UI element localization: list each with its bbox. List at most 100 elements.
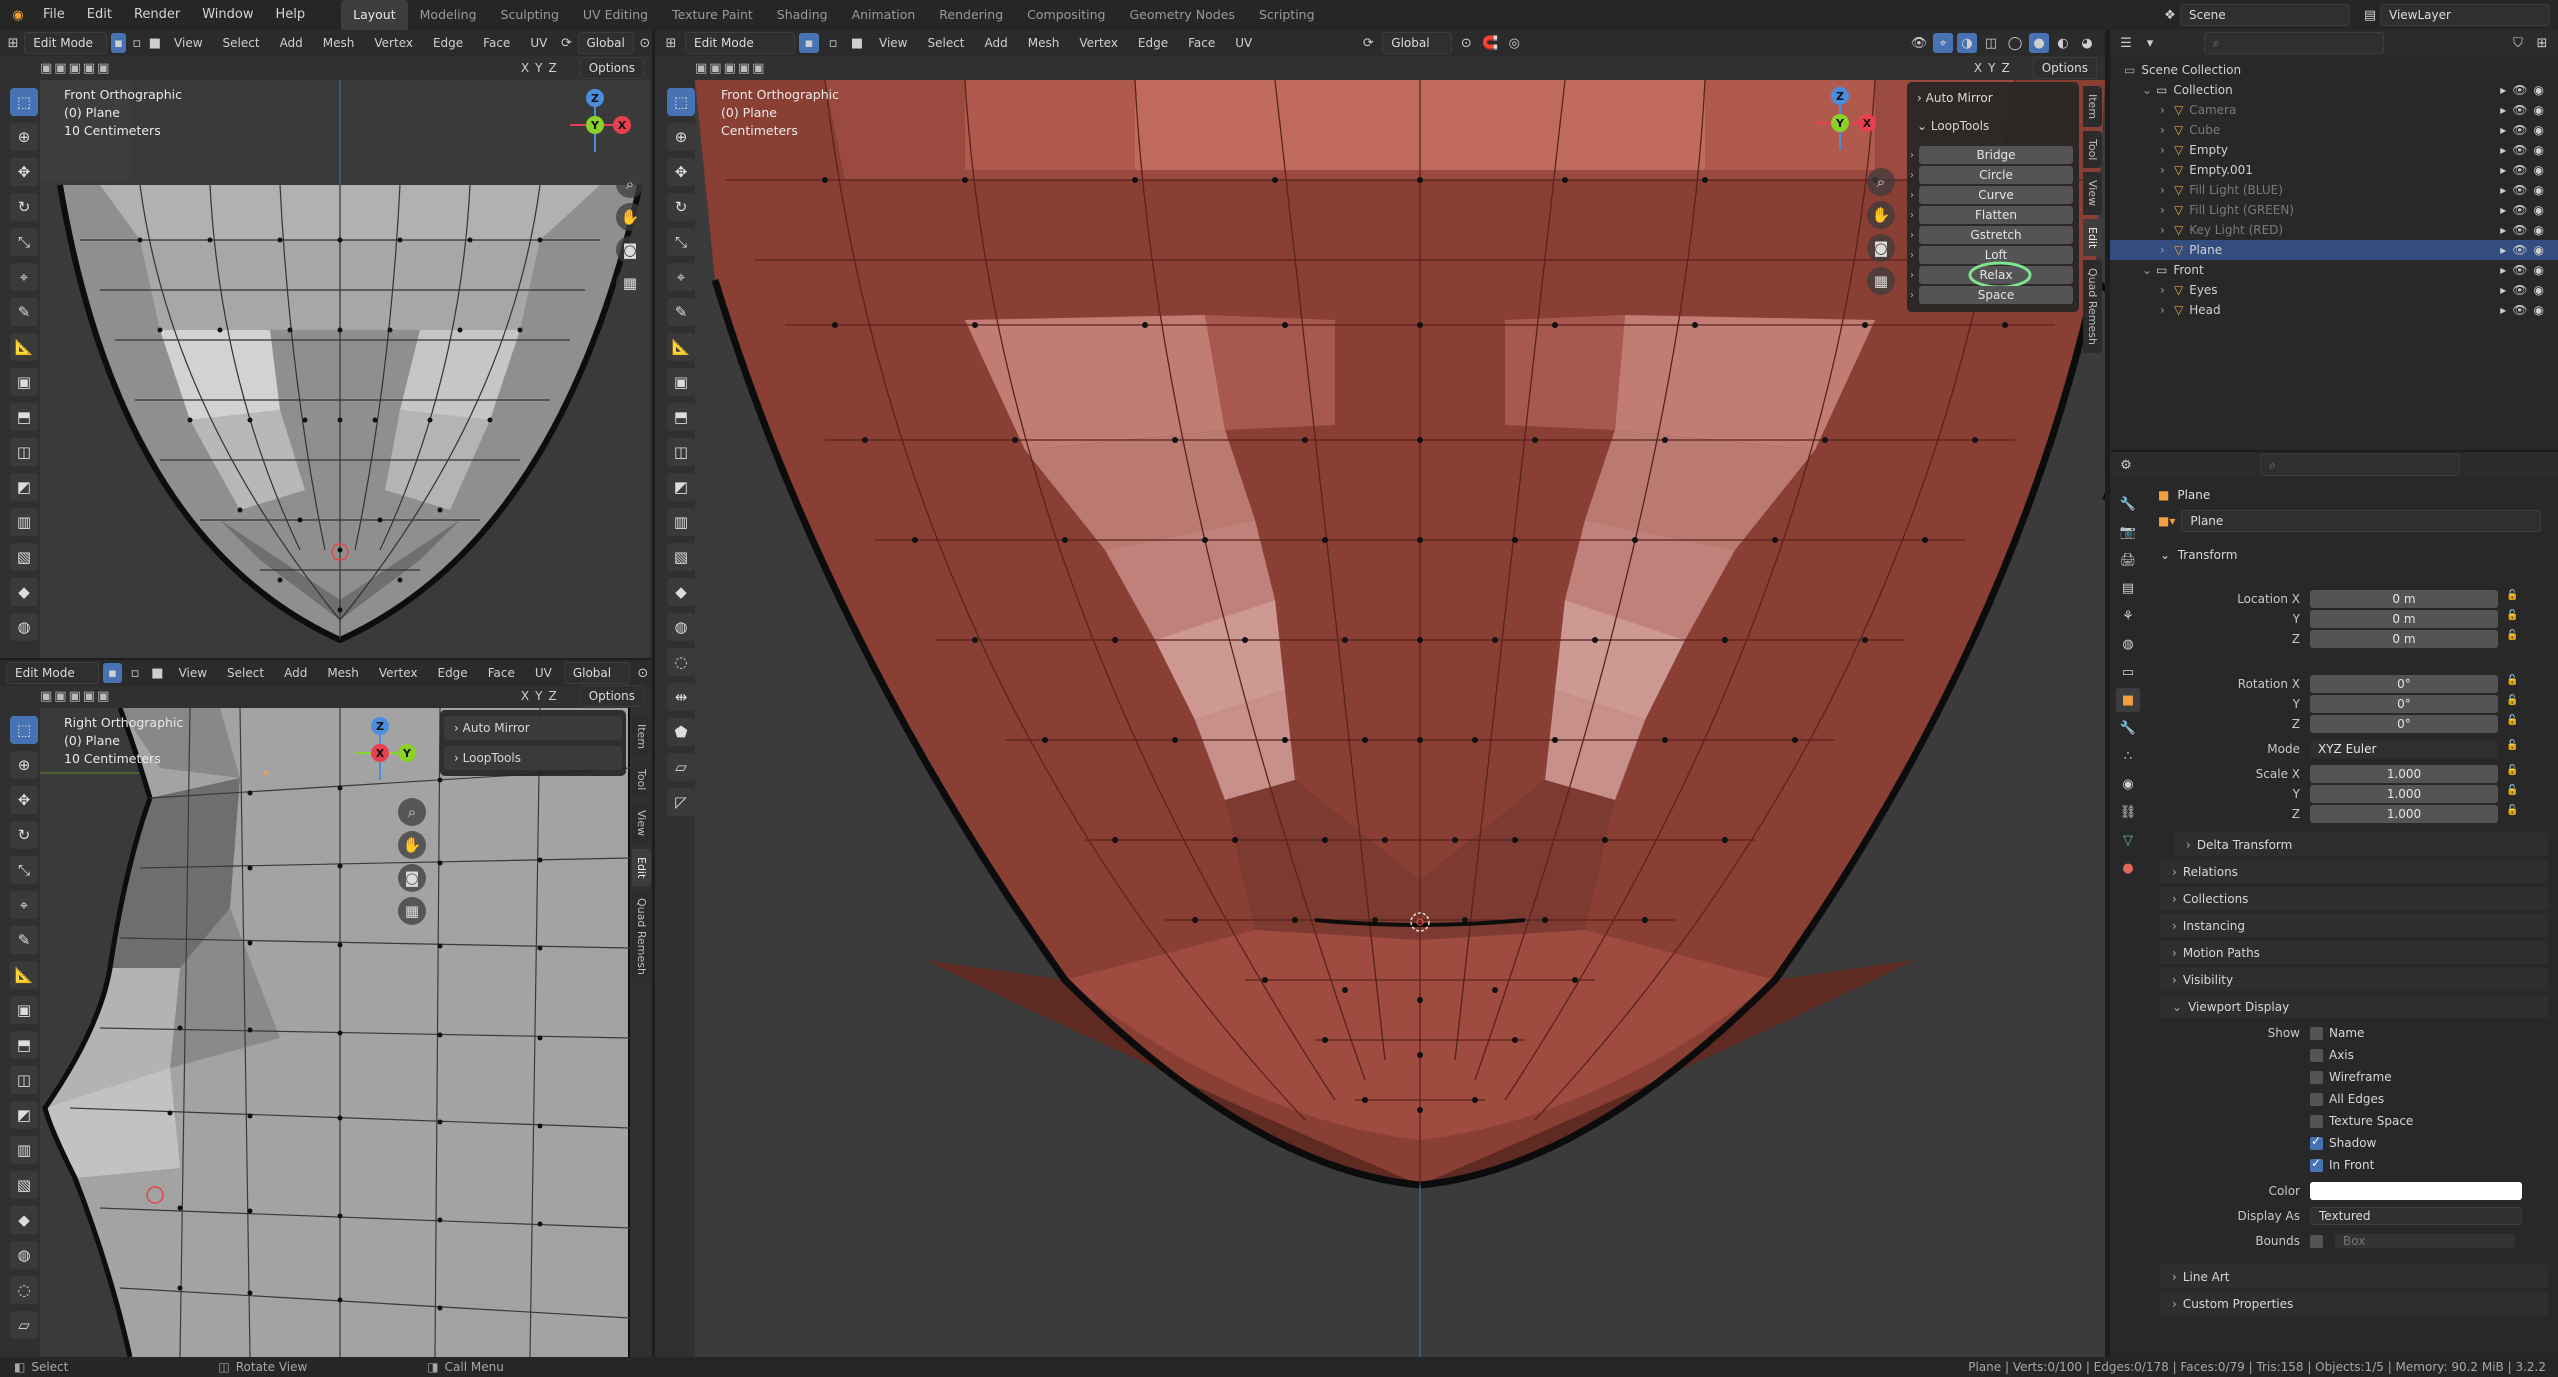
- outliner-row[interactable]: › ▽ Head ▸👁◉: [2110, 300, 2558, 320]
- transform-panel-header[interactable]: ⌄ Transform: [2148, 542, 2558, 566]
- expand-chevron-icon[interactable]: ›: [2160, 243, 2174, 257]
- checkbox-in-front[interactable]: In Front: [2310, 1156, 2374, 1174]
- add-cube-tool-icon[interactable]: ▣: [10, 368, 38, 396]
- extrude-tool-icon[interactable]: ⬒: [10, 403, 38, 431]
- zoom-icon[interactable]: ⌕: [1867, 168, 1895, 196]
- panel-collections[interactable]: › Collections: [2160, 886, 2548, 910]
- grid-icon[interactable]: ▦: [616, 269, 644, 297]
- workspace-tab-animation[interactable]: Animation: [840, 0, 928, 30]
- workspace-tab-scripting[interactable]: Scripting: [1247, 0, 1327, 30]
- checkbox-icon[interactable]: [2310, 1134, 2323, 1150]
- grid-icon[interactable]: ▦: [398, 897, 426, 925]
- workspace-tab-rendering[interactable]: Rendering: [927, 0, 1015, 30]
- orientation-selector[interactable]: Global: [563, 662, 630, 684]
- tab-edit[interactable]: Edit: [632, 848, 651, 886]
- pan-hand-icon[interactable]: ✋: [616, 203, 644, 231]
- menu-view[interactable]: View: [171, 662, 215, 684]
- gizmo-z-axis-icon[interactable]: Z: [1831, 87, 1849, 105]
- looptools-panel-header[interactable]: ⌄ LoopTools: [1907, 114, 2079, 138]
- menu-mesh[interactable]: Mesh: [315, 32, 363, 54]
- smooth-tool-icon[interactable]: ◌: [10, 1276, 38, 1304]
- menu-window[interactable]: Window: [191, 0, 264, 30]
- object-tab-icon[interactable]: ■: [2116, 688, 2140, 712]
- measure-tool-icon[interactable]: 📐: [10, 961, 38, 989]
- visibility-toggle-icon[interactable]: ▸👁◉: [2500, 203, 2550, 217]
- options-dropdown[interactable]: Options: [579, 685, 644, 707]
- menu-face[interactable]: Face: [480, 662, 523, 684]
- expand-chevron-icon[interactable]: ›: [2160, 303, 2174, 317]
- location-z-field[interactable]: 0 m: [2310, 630, 2498, 648]
- checkbox-shadow[interactable]: Shadow: [2310, 1134, 2376, 1152]
- menu-help[interactable]: Help: [265, 0, 317, 30]
- color-swatch[interactable]: [2310, 1182, 2522, 1200]
- bevel-tool-icon[interactable]: ◩: [10, 473, 38, 501]
- knife-tool-icon[interactable]: ▧: [10, 543, 38, 571]
- menu-uv[interactable]: UV: [522, 32, 555, 54]
- expand-chevron-icon[interactable]: ›: [2160, 143, 2174, 157]
- menu-select[interactable]: Select: [919, 32, 972, 54]
- gizmo-y-axis-icon[interactable]: Y: [1831, 114, 1849, 132]
- lock-icon[interactable]: 🔓: [2506, 765, 2518, 776]
- tab-item[interactable]: Item: [2083, 86, 2102, 128]
- outliner-row[interactable]: › ▽ Cube ▸👁◉: [2110, 120, 2558, 140]
- axis-z-toggle[interactable]: Z: [545, 57, 559, 79]
- shear-tool-icon[interactable]: ▱: [667, 753, 695, 781]
- workspace-tab-uv-editing[interactable]: UV Editing: [571, 0, 660, 30]
- lock-icon[interactable]: 🔓: [2506, 590, 2518, 601]
- options-dropdown[interactable]: Options: [579, 57, 644, 79]
- physics-tab-icon[interactable]: ◉: [2116, 772, 2140, 796]
- move-tool-icon[interactable]: ✥: [10, 158, 38, 186]
- move-tool-icon[interactable]: ✥: [667, 158, 695, 186]
- expand-chevron-icon[interactable]: ›: [2160, 183, 2174, 197]
- menu-add[interactable]: Add: [977, 32, 1016, 54]
- gizmo-z-axis-icon[interactable]: Z: [586, 89, 604, 107]
- extrude-tool-icon[interactable]: ⬒: [667, 403, 695, 431]
- view-layer-selector[interactable]: ViewLayer: [2380, 4, 2550, 26]
- mesh-grey-side[interactable]: [40, 708, 630, 1357]
- options-dropdown[interactable]: Options: [2032, 57, 2097, 79]
- rotation-mode-dropdown[interactable]: XYZ Euler: [2310, 740, 2498, 758]
- mode-selector[interactable]: Edit Mode: [685, 32, 795, 54]
- mesh-grey-front[interactable]: [40, 80, 650, 658]
- extrude-tool-icon[interactable]: ⬒: [10, 1031, 38, 1059]
- menu-uv[interactable]: UV: [527, 662, 560, 684]
- visibility-toggle-icon[interactable]: ▸👁◉: [2500, 303, 2550, 317]
- edge-select-icon[interactable]: ▫: [126, 663, 144, 683]
- workspace-tab-geometry-nodes[interactable]: Geometry Nodes: [1118, 0, 1247, 30]
- expand-chevron-icon[interactable]: ⌄: [2142, 263, 2156, 277]
- rotation-y-field[interactable]: 0°: [2310, 695, 2498, 713]
- face-select-icon[interactable]: ■: [847, 33, 867, 53]
- checkbox-wireframe[interactable]: Wireframe: [2310, 1068, 2392, 1086]
- pivot-icon[interactable]: ⊙: [634, 663, 652, 683]
- pan-hand-icon[interactable]: ✋: [398, 831, 426, 859]
- face-select-icon[interactable]: ■: [148, 663, 166, 683]
- cursor-tool-icon[interactable]: ⊕: [667, 123, 695, 151]
- lock-icon[interactable]: 🔓: [2506, 805, 2518, 816]
- rotate-tool-icon[interactable]: ↻: [10, 821, 38, 849]
- axis-y-toggle[interactable]: Y: [532, 685, 545, 707]
- navigation-gizmo[interactable]: Z X Y: [345, 717, 416, 788]
- menu-vertex[interactable]: Vertex: [371, 662, 426, 684]
- workspace-tab-sculpting[interactable]: Sculpting: [489, 0, 571, 30]
- expand-chevron-icon[interactable]: ›: [2160, 163, 2174, 177]
- smooth-tool-icon[interactable]: ◌: [667, 648, 695, 676]
- looptools-circle-button[interactable]: › Circle: [1910, 166, 2073, 184]
- menu-edge[interactable]: Edge: [425, 32, 471, 54]
- location-x-field[interactable]: 0 m: [2310, 590, 2498, 608]
- scale-z-field[interactable]: 1.000: [2310, 805, 2498, 823]
- panel-custom-properties[interactable]: › Custom Properties: [2160, 1291, 2548, 1315]
- solid-shading-icon[interactable]: ●: [2029, 33, 2049, 53]
- constraints-tab-icon[interactable]: ⛓: [2116, 800, 2140, 824]
- gizmo-y-axis-icon[interactable]: Y: [586, 116, 604, 134]
- new-collection-icon[interactable]: ⊞: [2532, 33, 2552, 53]
- lock-icon[interactable]: 🔓: [2506, 630, 2518, 641]
- world-tab-icon[interactable]: ◍: [2116, 632, 2140, 656]
- panel-relations[interactable]: › Relations: [2160, 859, 2548, 883]
- axis-x-toggle[interactable]: X: [518, 57, 532, 79]
- transform-tool-icon[interactable]: ⌖: [10, 263, 38, 291]
- axis-z-toggle[interactable]: Z: [1998, 57, 2012, 79]
- rotate-tool-icon[interactable]: ↻: [667, 193, 695, 221]
- select-box-tool-icon[interactable]: ⬚: [10, 88, 38, 116]
- blender-logo-icon[interactable]: ◉: [8, 5, 28, 25]
- menu-select[interactable]: Select: [219, 662, 272, 684]
